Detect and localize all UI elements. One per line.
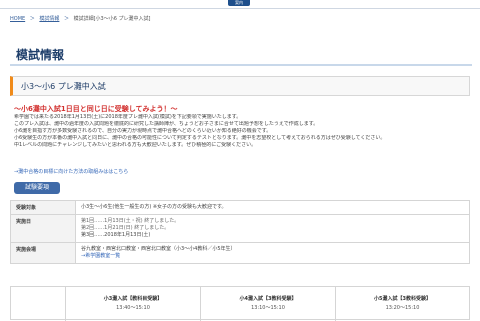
table-row: 実施会場 谷九教室・西宮北口教室・西宮北口教室（小3〜小4教科／小5年生） →希… [10, 242, 470, 264]
breadcrumb-current: 模試詳細[小3〜小6 プレ灘中入試] [73, 16, 151, 22]
intro-line: このプレ入試は、灘中の過年度の入試問題を徹底的に研究した講師陣が、ちょうどお子さ… [14, 121, 319, 127]
classroom-list-link[interactable]: →希学園教室一覧 [81, 253, 464, 260]
top-bar: 案内 [0, 0, 480, 9]
section-title: 小3〜小6 プレ灘中入試 [21, 82, 106, 91]
intro-line: 希学園では来たる2018年1月13日(土)に2018年度プレ灘中入試(模試)を下… [14, 114, 242, 120]
value-line: 小3生〜小6生(他生一般生の方) ※女子の方の受験も大歓迎です。 [81, 204, 227, 210]
intro-line: 小6受験生の方が本番の灘中入試と同日に、灘中の合格の可能性について判定するテスト… [14, 135, 386, 141]
breadcrumb: HOME ＞ 模試情報 ＞ 模試詳細[小3〜小6 プレ灘中入試] [10, 15, 153, 23]
schedule-column: 小4灘入試【3教科受験】 13:10〜15:10 [200, 287, 335, 321]
value-line: 第1回……1月13日(土・祝) 終了しました。 [81, 218, 180, 224]
row-label: 実施会場 [10, 242, 76, 264]
headline: 〜小6灘中入試1日目と同じ日に受験してみよう！〜 [14, 105, 178, 113]
section-header: 小3〜小6 プレ灘中入試 [10, 76, 470, 96]
breadcrumb-separator: ＞ [63, 16, 69, 22]
row-value: 谷九教室・西宮北口教室・西宮北口教室（小3〜小4教科／小5年生） →希学園教室一… [75, 242, 470, 264]
schedule-title: 小3灘入試【教科目受験】 [103, 296, 163, 302]
header-tab[interactable]: 案内 [228, 0, 250, 6]
value-line: 第2回……1月21日(日) 終了しました。 [81, 225, 170, 231]
value-line: 第3回……2018年1月13日(土) [81, 232, 151, 238]
strategy-link[interactable]: →灘中合格の目標に向けた方法の取組みははこちら [14, 168, 128, 175]
page-title: 模試情報 [16, 48, 65, 62]
row-value: 小3生〜小6生(他生一般生の方) ※女子の方の受験も大歓迎です。 [75, 200, 470, 215]
intro-text: 希学園では来たる2018年1月13日(土)に2018年度プレ灘中入試(模試)を下… [14, 114, 466, 149]
schedule-time: 13:20〜15:10 [385, 305, 420, 311]
table-row: 受験対象 小3生〜小6生(他生一般生の方) ※女子の方の受験も大歓迎です。 [10, 200, 470, 215]
row-label: 受験対象 [10, 200, 76, 215]
schedule-title: 小5灘入試【3教科受験】 [374, 296, 431, 302]
intro-line: 小6灘を目指す方が多数受験されるので、自分の実力が現時点で灘中合格へどのくらい近… [14, 128, 272, 134]
schedule-column: 小3灘入試【教科目受験】 13:40〜15:10 [65, 287, 200, 321]
schedule-grid: 小3灘入試【教科目受験】 13:40〜15:10 小4灘入試【3教科受験】 13… [10, 286, 470, 321]
value-line: 谷九教室・西宮北口教室・西宮北口教室（小3〜小4教科／小5年生） [81, 246, 236, 252]
schedule-time: 13:40〜15:10 [116, 305, 150, 311]
row-value: 第1回……1月13日(土・祝) 終了しました。 第2回……1月21日(日) 終了… [75, 214, 470, 243]
row-label: 実施日 [10, 214, 76, 243]
table-row: 実施日 第1回……1月13日(土・祝) 終了しました。 第2回……1月21日(日… [10, 214, 470, 243]
exam-guide-badge: 試験要項 [14, 182, 60, 194]
intro-line: 中1レベルの問題にチャレンジしてみたいと思われる方も大歓迎いたします。ぜひ積極的… [14, 142, 257, 148]
breadcrumb-moshi-link[interactable]: 模試情報 [39, 16, 59, 22]
breadcrumb-separator: ＞ [29, 16, 35, 22]
schedule-column: 小5灘入試【3教科受験】 13:20〜15:10 [335, 287, 469, 321]
schedule-time: 13:10〜15:10 [251, 305, 285, 311]
breadcrumb-home-link[interactable]: HOME [10, 16, 25, 22]
exam-info-table: 受験対象 小3生〜小6生(他生一般生の方) ※女子の方の受験も大歓迎です。 実施… [10, 200, 470, 264]
schedule-title: 小4灘入試【3教科受験】 [239, 296, 297, 302]
title-underline [10, 64, 472, 66]
